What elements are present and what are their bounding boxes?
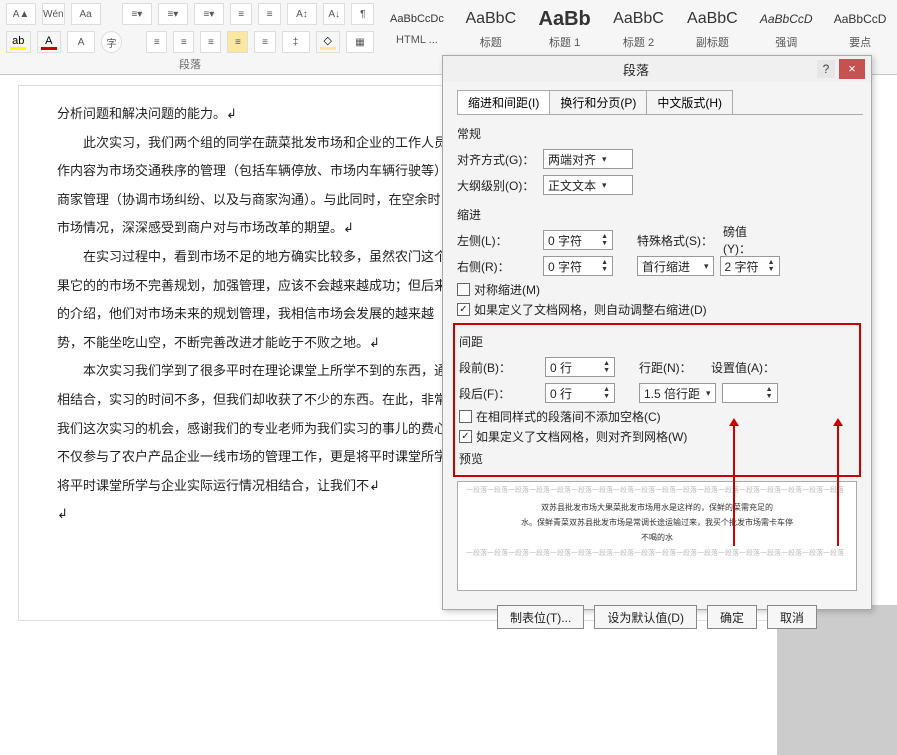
space-after-label: 段后(F)： bbox=[459, 385, 539, 402]
snap-grid-label: 如果定义了文档网格，则对齐到网格(W) bbox=[476, 428, 687, 445]
space-after-spin[interactable]: 0 行▲▼ bbox=[545, 383, 615, 403]
special-combo[interactable]: 首行缩进▾ bbox=[637, 256, 714, 276]
line-spacing-button[interactable]: ‡ bbox=[282, 31, 310, 53]
set-value-spin[interactable]: ▲▼ bbox=[722, 383, 778, 403]
font-color-button[interactable]: A bbox=[37, 31, 62, 53]
help-button[interactable]: ? bbox=[817, 60, 835, 78]
measure-label: 磅值(Y)： bbox=[723, 223, 765, 257]
tab-line-page-breaks[interactable]: 换行和分页(P) bbox=[549, 90, 647, 114]
char-shading-button[interactable]: A bbox=[67, 31, 95, 53]
align-justify-button[interactable]: ≡ bbox=[227, 31, 248, 53]
dialog-tabs: 缩进和间距(I) 换行和分页(P) 中文版式(H) bbox=[457, 90, 863, 114]
indent-left-spin[interactable]: 0 字符▲▼ bbox=[543, 230, 613, 250]
decrease-indent-button[interactable]: ≡ bbox=[230, 3, 253, 25]
section-general: 常规 bbox=[457, 125, 857, 142]
auto-grid-checkbox[interactable]: ✓ bbox=[457, 303, 470, 316]
shading-button[interactable]: ◇ bbox=[316, 31, 341, 53]
line-spacing-label: 行距(N)： bbox=[639, 359, 699, 376]
sym-indent-label: 对称缩进(M) bbox=[474, 281, 540, 298]
paragraph-dialog: 段落 ? × 缩进和间距(I) 换行和分页(P) 中文版式(H) 常规 对齐方式… bbox=[442, 55, 872, 610]
change-case-button[interactable]: Aa bbox=[71, 3, 101, 25]
outline-combo[interactable]: 正文文本▾ bbox=[543, 175, 633, 195]
space-before-label: 段前(B)： bbox=[459, 359, 539, 376]
indent-right-label: 右侧(R)： bbox=[457, 258, 537, 275]
section-spacing: 间距 bbox=[459, 333, 855, 350]
sort-button[interactable]: A↓ bbox=[323, 3, 346, 25]
alignment-label: 对齐方式(G)： bbox=[457, 151, 537, 168]
spacing-highlight: 间距 段前(B)： 0 行▲▼ 行距(N)： 设置值(A)： 段后(F)： 0 … bbox=[453, 323, 861, 477]
borders-button[interactable]: ▦ bbox=[346, 31, 374, 53]
space-before-spin[interactable]: 0 行▲▼ bbox=[545, 357, 615, 377]
align-center-button[interactable]: ≡ bbox=[173, 31, 194, 53]
numbering-button[interactable]: ≡▾ bbox=[158, 3, 188, 25]
align-left-button[interactable]: ≡ bbox=[146, 31, 167, 53]
indent-right-spin[interactable]: 0 字符▲▼ bbox=[543, 256, 613, 276]
distribute-button[interactable]: ≡ bbox=[254, 31, 275, 53]
line-spacing-combo[interactable]: 1.5 倍行距▾ bbox=[639, 383, 716, 403]
set-value-label: 设置值(A)： bbox=[705, 359, 775, 376]
ribbon-font-paragraph: A▲ Wén Aa ≡▾ ≡▾ ≡▾ ≡ ≡ A↕ A↓ ¶ ab A A 字 … bbox=[0, 0, 380, 74]
alignment-combo[interactable]: 两端对齐▾ bbox=[543, 149, 633, 169]
show-marks-button[interactable]: ¶ bbox=[351, 3, 374, 25]
auto-grid-label: 如果定义了文档网格，则自动调整右缩进(D) bbox=[474, 301, 707, 318]
annotation-arrow bbox=[733, 426, 735, 546]
measure-spin[interactable]: 2 字符▲▼ bbox=[720, 256, 780, 276]
sym-indent-checkbox[interactable] bbox=[457, 283, 470, 296]
ok-button[interactable]: 确定 bbox=[707, 605, 757, 629]
indent-left-label: 左侧(L)： bbox=[457, 232, 537, 249]
tabs-button[interactable]: 制表位(T)... bbox=[497, 605, 584, 629]
font-grow-button[interactable]: A▲ bbox=[6, 3, 36, 25]
bullets-button[interactable]: ≡▾ bbox=[122, 3, 152, 25]
tab-indent-spacing[interactable]: 缩进和间距(I) bbox=[457, 90, 550, 114]
dialog-title: 段落 bbox=[443, 56, 871, 82]
close-button[interactable]: × bbox=[839, 59, 865, 79]
annotation-arrow bbox=[837, 426, 839, 546]
align-right-button[interactable]: ≡ bbox=[200, 31, 221, 53]
enclose-char-button[interactable]: 字 bbox=[101, 31, 122, 53]
multilevel-button[interactable]: ≡▾ bbox=[194, 3, 224, 25]
special-label: 特殊格式(S)： bbox=[637, 232, 717, 249]
snap-grid-checkbox[interactable]: ✓ bbox=[459, 430, 472, 443]
outline-label: 大纲级别(O)： bbox=[457, 177, 537, 194]
text-direction-button[interactable]: A↕ bbox=[287, 3, 317, 25]
phonetic-guide-button[interactable]: Wén bbox=[42, 3, 65, 25]
cancel-button[interactable]: 取消 bbox=[767, 605, 817, 629]
no-space-same-label: 在相同样式的段落间不添加空格(C) bbox=[476, 408, 661, 425]
set-default-button[interactable]: 设为默认值(D) bbox=[594, 605, 697, 629]
preview-label: 预览 bbox=[459, 450, 855, 467]
tab-asian-typography[interactable]: 中文版式(H) bbox=[646, 90, 733, 114]
preview-box: 一段落一段落一段落一段落一段落一段落一段落一段落一段落一段落一段落一段落一段落一… bbox=[457, 481, 857, 591]
group-label-paragraph: 段落 bbox=[0, 56, 380, 72]
section-indent: 缩进 bbox=[457, 206, 857, 223]
highlight-button[interactable]: ab bbox=[6, 31, 31, 53]
no-space-same-checkbox[interactable] bbox=[459, 410, 472, 423]
increase-indent-button[interactable]: ≡ bbox=[258, 3, 281, 25]
